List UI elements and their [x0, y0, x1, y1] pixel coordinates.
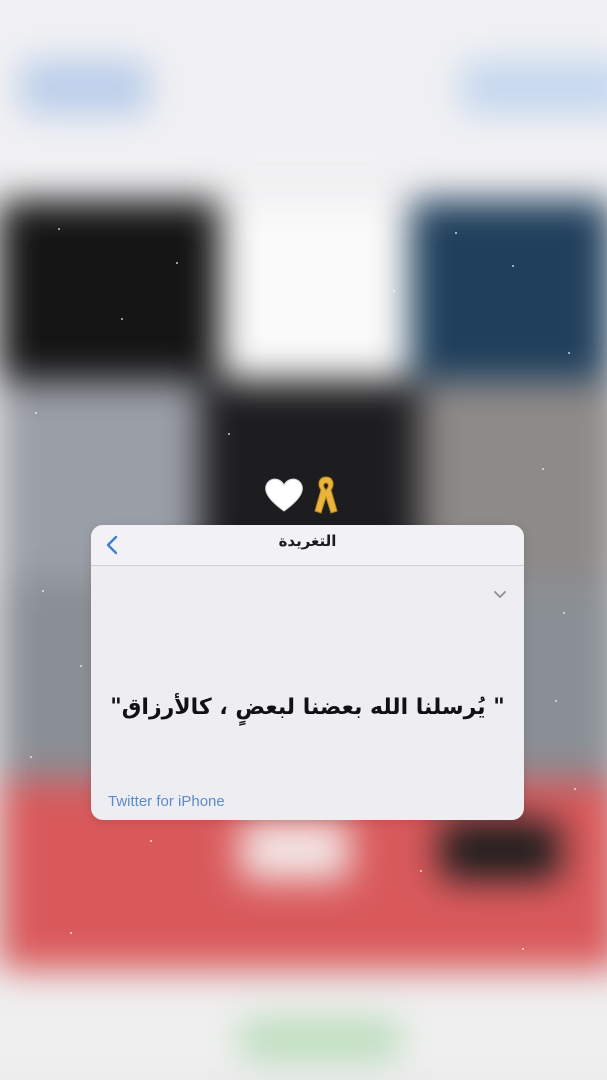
more-options-button[interactable] — [492, 588, 508, 602]
card-header: التغريدة — [91, 525, 524, 566]
yellow-ribbon-icon — [312, 475, 340, 519]
white-heart-icon — [264, 476, 304, 518]
tweet-source-link[interactable]: Twitter for iPhone — [108, 793, 225, 810]
emoji-row — [264, 476, 340, 518]
chevron-down-icon — [494, 591, 506, 598]
page-title: التغريدة — [278, 532, 337, 550]
tweet-card: التغريدة " يُرسلنا الله بعضنا لبعضٍ ، كا… — [91, 525, 524, 820]
tweet-text: " يُرسلنا الله بعضنا لبعضٍ ، كالأرزاق" — [110, 695, 505, 720]
